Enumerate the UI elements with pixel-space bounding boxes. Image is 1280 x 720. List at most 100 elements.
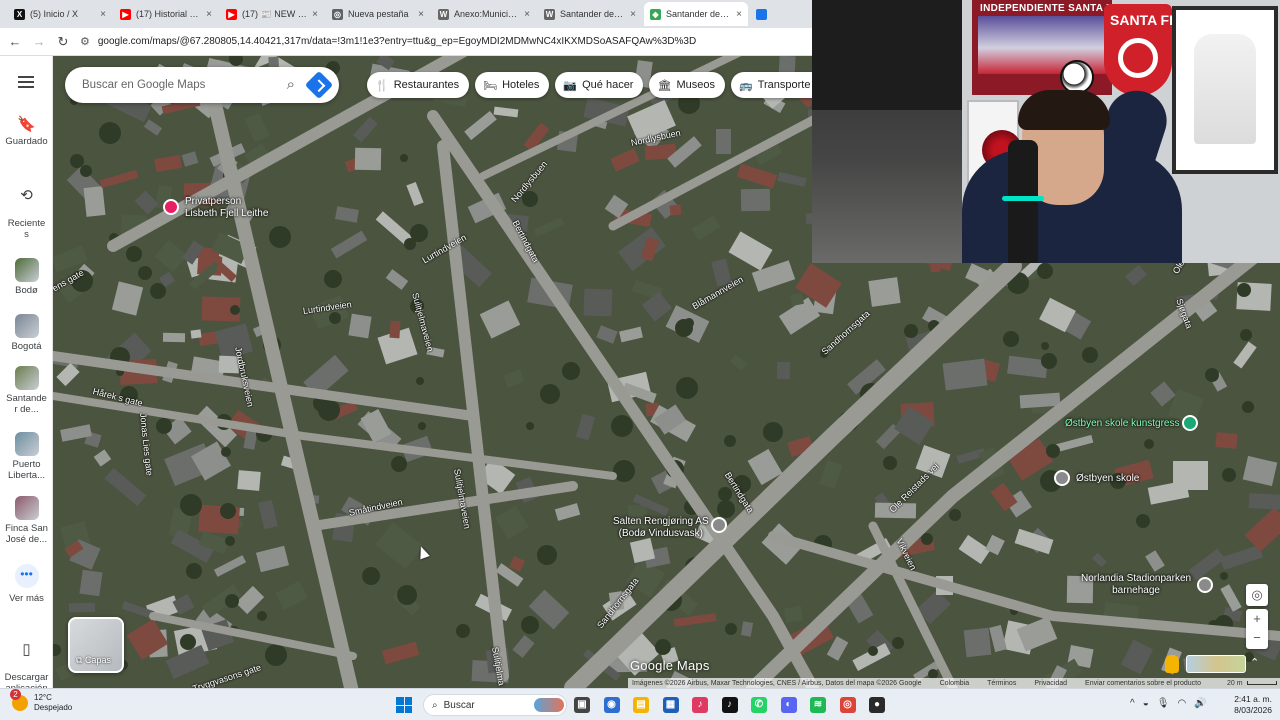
terms-link[interactable]: Términos: [987, 680, 1016, 687]
maps-sidebar: 🔖 Guardado ⟲ Reciente s Bodø Bogotá Santan…: [0, 56, 53, 694]
place-pin-icon[interactable]: [1054, 470, 1070, 486]
chip-label: Museos: [676, 79, 715, 91]
rail-recent-place[interactable]: Bogotá: [0, 314, 53, 353]
tree: [397, 585, 417, 605]
wifi-icon[interactable]: ◠: [1177, 698, 1186, 709]
tree: [521, 616, 539, 634]
clock[interactable]: 2:41 a. m. 8/03/2026: [1226, 694, 1272, 717]
scale-bar[interactable]: 20 m: [1227, 680, 1277, 687]
place-label-kunstgress[interactable]: Østbyen skole kunstgress: [1065, 418, 1180, 430]
building: [790, 292, 804, 307]
file-explorer-icon[interactable]: ▤: [633, 697, 649, 713]
obs-icon[interactable]: ●: [869, 697, 885, 713]
tree: [1220, 572, 1228, 580]
building: [716, 129, 731, 154]
chrome-icon[interactable]: ◎: [839, 697, 856, 713]
chip-qu-hacer[interactable]: 📷 Qué hacer: [555, 72, 644, 98]
expand-icon[interactable]: ⌃: [1250, 656, 1259, 669]
place-label-salten[interactable]: Salten Rengjøring AS (Bodø Vindusvask): [613, 516, 709, 540]
close-tab-icon[interactable]: ×: [206, 9, 212, 20]
tree: [180, 494, 202, 516]
browser-tab[interactable]: ▶ (17) 📰 NEW STA ×: [220, 2, 324, 26]
close-tab-icon[interactable]: ×: [312, 9, 318, 20]
microphone-icon[interactable]: 🎙: [1157, 698, 1170, 709]
close-tab-icon[interactable]: ×: [524, 9, 530, 20]
rail-recent-place[interactable]: Bodø: [0, 258, 53, 297]
place-label-privatperson[interactable]: Privatperson Lisbeth Fjell Leithe: [185, 196, 268, 220]
pegman-icon[interactable]: [1165, 655, 1179, 673]
search-icon[interactable]: ⌕: [287, 76, 295, 93]
windows-start-icon[interactable]: [396, 697, 412, 713]
chip-hoteles[interactable]: 🛏 Hoteles: [475, 72, 550, 98]
rail-recent-place[interactable]: Puerto Liberta...: [0, 432, 53, 482]
place-pin-icon[interactable]: [1182, 415, 1198, 431]
rail-download-app[interactable]: ▯ Descargar aplicación: [0, 630, 53, 695]
close-tab-icon[interactable]: ×: [736, 9, 742, 20]
url-field[interactable]: ⚙ google.com/maps/@67.280805,14.40421,31…: [80, 35, 696, 48]
rail-place-label: Bogotá: [11, 341, 42, 352]
tree: [70, 154, 84, 168]
browser-tab[interactable]: ◎ Nueva pestaña ×: [326, 2, 430, 26]
close-tab-icon[interactable]: ×: [418, 9, 424, 20]
chip-museos[interactable]: 🏛 Museos: [649, 72, 725, 98]
chip-restaurantes[interactable]: 🍴 Restaurantes: [367, 72, 470, 98]
chip-label: Restaurantes: [393, 79, 460, 91]
layers-button[interactable]: ⧉ Capas: [68, 617, 124, 673]
tiktok-like-icon[interactable]: ♪: [692, 697, 708, 713]
menu-icon[interactable]: [18, 76, 34, 88]
close-tab-icon[interactable]: ×: [100, 9, 106, 20]
privacy-link[interactable]: Privacidad: [1034, 680, 1067, 687]
taskbar-search[interactable]: ⌕ Buscar: [423, 694, 567, 716]
zoom-out-button[interactable]: −: [1246, 628, 1268, 647]
back-icon[interactable]: ←: [8, 34, 22, 49]
url-text[interactable]: google.com/maps/@67.280805,14.40421,317m…: [98, 36, 696, 47]
forward-icon[interactable]: →: [32, 34, 46, 49]
rail-recent-place[interactable]: Santande r de...: [0, 366, 53, 416]
map-attribution-bar: Imágenes ©2026 Airbus, Maxar Technologie…: [628, 678, 1280, 688]
close-tab-icon[interactable]: ×: [630, 9, 636, 20]
tiktok-icon[interactable]: ♪: [721, 697, 738, 713]
tree: [562, 362, 580, 380]
place-label-skole[interactable]: Østbyen skole: [1076, 473, 1139, 485]
search-input[interactable]: [82, 79, 262, 91]
spotify-icon[interactable]: ≋: [810, 697, 826, 713]
place-pin-icon[interactable]: [1197, 577, 1213, 593]
whatsapp-icon[interactable]: ✆: [751, 697, 767, 713]
speaker-icon[interactable]: 🔊: [1194, 698, 1206, 709]
zoom-in-button[interactable]: +: [1246, 609, 1268, 628]
bookmark-icon: 🔖: [17, 116, 36, 133]
browser-tab[interactable]: ▶ (17) Historial de rep ×: [114, 2, 218, 26]
discord-icon[interactable]: ◐: [780, 697, 797, 713]
browser-tab[interactable]: ◆ Santander de Quil ×: [644, 2, 748, 26]
browser-tab[interactable]: X (5) Inicio / X ×: [8, 2, 112, 26]
chevron-up-icon[interactable]: ^: [1130, 698, 1135, 709]
site-settings-icon[interactable]: ⚙: [80, 35, 90, 48]
place-pin-icon[interactable]: [163, 199, 179, 215]
directions-icon[interactable]: [304, 70, 334, 100]
rail-saved[interactable]: 🔖 Guardado: [0, 116, 53, 148]
rail-recent[interactable]: ⟲ Reciente s: [0, 176, 53, 241]
reload-icon[interactable]: ↻: [56, 34, 70, 49]
rail-recent-place[interactable]: Finca San José de...: [0, 496, 53, 546]
tree: [526, 422, 534, 430]
browser-tab[interactable]: W Anexo:Municipios ×: [432, 2, 536, 26]
copilot-icon[interactable]: ◉: [603, 697, 620, 713]
x-logo-icon: X: [14, 8, 25, 20]
layer-preview-thumbnail[interactable]: [1186, 655, 1246, 673]
feedback-link[interactable]: Enviar comentarios sobre el producto: [1085, 680, 1201, 687]
store-icon[interactable]: ▦: [662, 697, 679, 713]
rail-more[interactable]: ••• Ver más: [0, 564, 53, 605]
browser-tab[interactable]: [750, 2, 772, 26]
place-label-barnehage[interactable]: Norlandia Stadionparken barnehage: [1081, 573, 1191, 597]
building: [83, 186, 106, 217]
task-view-icon[interactable]: ▣: [574, 697, 590, 713]
my-location-icon[interactable]: ◎: [1246, 584, 1268, 606]
place-pin-icon[interactable]: [711, 517, 727, 533]
building: [389, 320, 401, 339]
tree: [537, 545, 557, 565]
building: [776, 361, 791, 380]
network-icon[interactable]: ◒: [1143, 698, 1149, 709]
country-link[interactable]: Colombia: [940, 680, 970, 687]
browser-tab[interactable]: W Santander de Quil ×: [538, 2, 642, 26]
weather-widget[interactable]: 2 12°C Despejado: [10, 689, 72, 714]
